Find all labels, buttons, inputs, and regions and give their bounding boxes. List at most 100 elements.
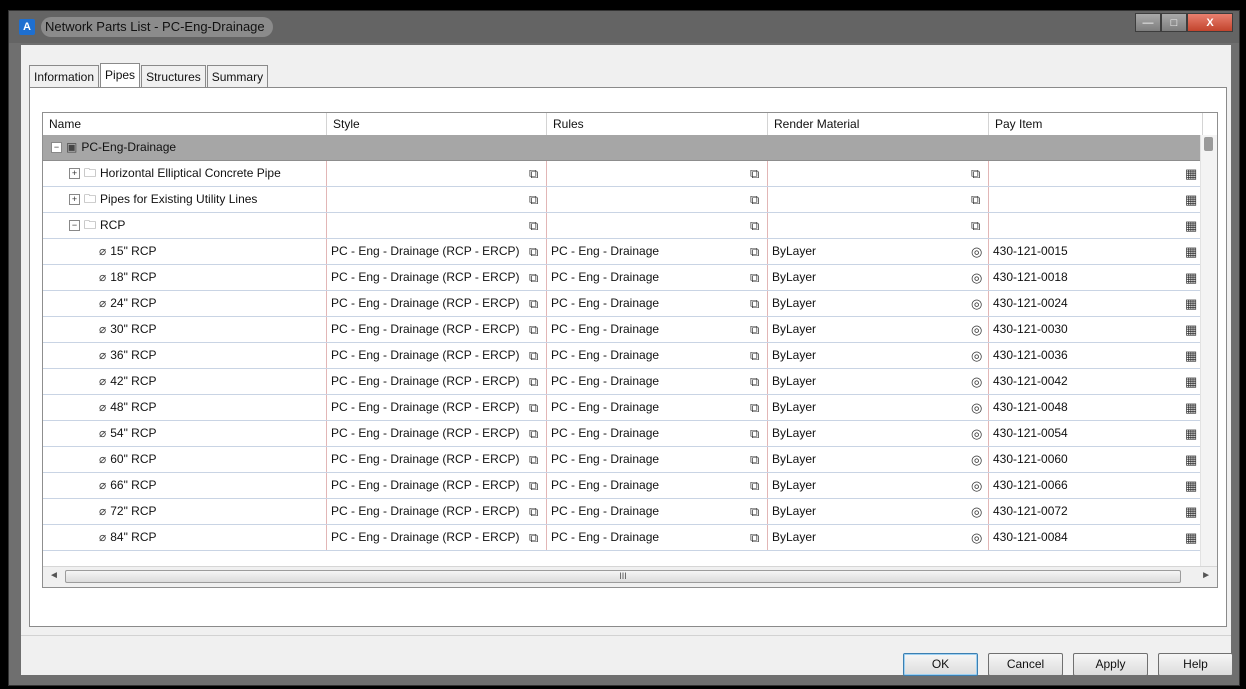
- column-header-rules[interactable]: Rules: [547, 113, 768, 135]
- style-picker-icon[interactable]: ⧉: [529, 317, 538, 342]
- pay-item-icon[interactable]: ▦: [1185, 421, 1197, 446]
- table-row[interactable]: ⌀ 24" RCP PC - Eng - Drainage (RCP - ERCP)…: [43, 291, 1217, 317]
- material-icon[interactable]: ◎: [971, 291, 982, 316]
- rules-picker-icon[interactable]: ⧉: [750, 499, 759, 524]
- vertical-scroll-thumb[interactable]: [1204, 137, 1213, 151]
- material-icon[interactable]: ◎: [971, 447, 982, 472]
- pay-item-icon[interactable]: ▦: [1185, 473, 1197, 498]
- column-header-style[interactable]: Style: [327, 113, 547, 135]
- rules-picker-icon[interactable]: ⧉: [750, 265, 759, 290]
- pay-item-icon[interactable]: ▦: [1185, 343, 1197, 368]
- material-icon[interactable]: ◎: [971, 369, 982, 394]
- edit-list-icon[interactable]: ⧉: [971, 187, 980, 212]
- table-row[interactable]: ⌀ 15" RCP PC - Eng - Drainage (RCP - ERCP)…: [43, 239, 1217, 265]
- edit-list-icon[interactable]: ⧉: [750, 161, 759, 186]
- edit-list-icon[interactable]: ⧉: [750, 187, 759, 212]
- horizontal-scrollbar[interactable]: ◄ III ►: [43, 566, 1217, 587]
- material-icon[interactable]: ◎: [971, 265, 982, 290]
- style-picker-icon[interactable]: ⧉: [529, 395, 538, 420]
- style-picker-icon[interactable]: ⧉: [529, 369, 538, 394]
- minimize-button[interactable]: —: [1135, 13, 1161, 32]
- tree-root-row[interactable]: − ▣ PC-Eng-Drainage: [43, 135, 1217, 161]
- style-picker-icon[interactable]: ⧉: [529, 447, 538, 472]
- pay-item-icon[interactable]: ▦: [1185, 447, 1197, 472]
- edit-list-icon[interactable]: ⧉: [971, 161, 980, 186]
- collapse-icon[interactable]: −: [51, 142, 62, 154]
- table-row[interactable]: ⌀ 84" RCP PC - Eng - Drainage (RCP - ERCP)…: [43, 525, 1217, 551]
- style-picker-icon[interactable]: ⧉: [529, 525, 538, 550]
- style-picker-icon[interactable]: ⧉: [529, 343, 538, 368]
- table-row[interactable]: ⌀ 60" RCP PC - Eng - Drainage (RCP - ERCP)…: [43, 447, 1217, 473]
- table-row[interactable]: ⌀ 30" RCP PC - Eng - Drainage (RCP - ERCP)…: [43, 317, 1217, 343]
- style-picker-icon[interactable]: ⧉: [529, 291, 538, 316]
- pay-item-icon[interactable]: ▦: [1185, 369, 1197, 394]
- style-picker-icon[interactable]: ⧉: [529, 265, 538, 290]
- close-button[interactable]: X: [1187, 13, 1233, 32]
- column-header-name[interactable]: Name: [43, 113, 327, 135]
- pay-item-icon[interactable]: ▦: [1185, 265, 1197, 290]
- apply-button[interactable]: Apply: [1073, 653, 1148, 676]
- scroll-right-icon[interactable]: ►: [1201, 570, 1211, 581]
- table-row[interactable]: ⌀ 48" RCP PC - Eng - Drainage (RCP - ERCP)…: [43, 395, 1217, 421]
- edit-list-icon[interactable]: ⧉: [971, 213, 980, 238]
- folder-row[interactable]: + 🗀 Horizontal Elliptical Concrete Pipe ⧉ ⧉ ⧉…: [43, 161, 1217, 187]
- rules-picker-icon[interactable]: ⧉: [750, 421, 759, 446]
- folder-row[interactable]: − 🗀 RCP ⧉ ⧉ ⧉ ▦: [43, 213, 1217, 239]
- scroll-left-icon[interactable]: ◄: [49, 570, 59, 581]
- pay-item-icon[interactable]: ▦: [1185, 187, 1197, 212]
- tab-structures[interactable]: Structures: [141, 65, 206, 87]
- column-header-render-material[interactable]: Render Material: [768, 113, 989, 135]
- pay-item-icon[interactable]: ▦: [1185, 239, 1197, 264]
- edit-list-icon[interactable]: ⧉: [529, 161, 538, 186]
- tab-summary[interactable]: Summary: [206, 65, 269, 87]
- style-picker-icon[interactable]: ⧉: [529, 499, 538, 524]
- ok-button[interactable]: OK: [903, 653, 978, 676]
- pay-item-icon[interactable]: ▦: [1185, 499, 1197, 524]
- help-button[interactable]: Help: [1158, 653, 1233, 676]
- style-picker-icon[interactable]: ⧉: [529, 473, 538, 498]
- tab-pipes[interactable]: Pipes: [100, 63, 141, 87]
- expand-icon[interactable]: +: [69, 168, 80, 180]
- table-row[interactable]: ⌀ 72" RCP PC - Eng - Drainage (RCP - ERCP)…: [43, 499, 1217, 525]
- column-header-pay-item[interactable]: Pay Item: [989, 113, 1203, 135]
- pay-item-icon[interactable]: ▦: [1185, 395, 1197, 420]
- table-row[interactable]: ⌀ 42" RCP PC - Eng - Drainage (RCP - ERCP)…: [43, 369, 1217, 395]
- cancel-button[interactable]: Cancel: [988, 653, 1063, 676]
- pay-item-icon[interactable]: ▦: [1185, 213, 1197, 238]
- rules-picker-icon[interactable]: ⧉: [750, 317, 759, 342]
- pay-item-icon[interactable]: ▦: [1185, 525, 1197, 550]
- rules-picker-icon[interactable]: ⧉: [750, 473, 759, 498]
- rules-picker-icon[interactable]: ⧉: [750, 395, 759, 420]
- material-icon[interactable]: ◎: [971, 473, 982, 498]
- rules-picker-icon[interactable]: ⧉: [750, 343, 759, 368]
- title-bar[interactable]: A Network Parts List - PC-Eng-Drainage —…: [9, 11, 1239, 43]
- pay-item-icon[interactable]: ▦: [1185, 161, 1197, 186]
- edit-list-icon[interactable]: ⧉: [529, 187, 538, 212]
- folder-row[interactable]: + 🗀 Pipes for Existing Utility Lines ⧉ ⧉ ⧉ ▦: [43, 187, 1217, 213]
- pay-item-icon[interactable]: ▦: [1185, 317, 1197, 342]
- table-row[interactable]: ⌀ 66" RCP PC - Eng - Drainage (RCP - ERCP)…: [43, 473, 1217, 499]
- material-icon[interactable]: ◎: [971, 317, 982, 342]
- collapse-icon[interactable]: −: [69, 220, 80, 232]
- vertical-scrollbar[interactable]: [1200, 135, 1217, 567]
- material-icon[interactable]: ◎: [971, 421, 982, 446]
- edit-list-icon[interactable]: ⧉: [529, 213, 538, 238]
- style-picker-icon[interactable]: ⧉: [529, 421, 538, 446]
- material-icon[interactable]: ◎: [971, 499, 982, 524]
- tab-information[interactable]: Information: [29, 65, 100, 87]
- style-picker-icon[interactable]: ⧉: [529, 239, 538, 264]
- material-icon[interactable]: ◎: [971, 239, 982, 264]
- expand-icon[interactable]: +: [69, 194, 80, 206]
- material-icon[interactable]: ◎: [971, 343, 982, 368]
- table-row[interactable]: ⌀ 18" RCP PC - Eng - Drainage (RCP - ERCP)…: [43, 265, 1217, 291]
- table-row[interactable]: ⌀ 36" RCP PC - Eng - Drainage (RCP - ERCP)…: [43, 343, 1217, 369]
- rules-picker-icon[interactable]: ⧉: [750, 525, 759, 550]
- rules-picker-icon[interactable]: ⧉: [750, 291, 759, 316]
- edit-list-icon[interactable]: ⧉: [750, 213, 759, 238]
- table-row[interactable]: ⌀ 54" RCP PC - Eng - Drainage (RCP - ERCP)…: [43, 421, 1217, 447]
- rules-picker-icon[interactable]: ⧉: [750, 239, 759, 264]
- rules-picker-icon[interactable]: ⧉: [750, 447, 759, 472]
- material-icon[interactable]: ◎: [971, 525, 982, 550]
- maximize-button[interactable]: □: [1161, 13, 1187, 32]
- pay-item-icon[interactable]: ▦: [1185, 291, 1197, 316]
